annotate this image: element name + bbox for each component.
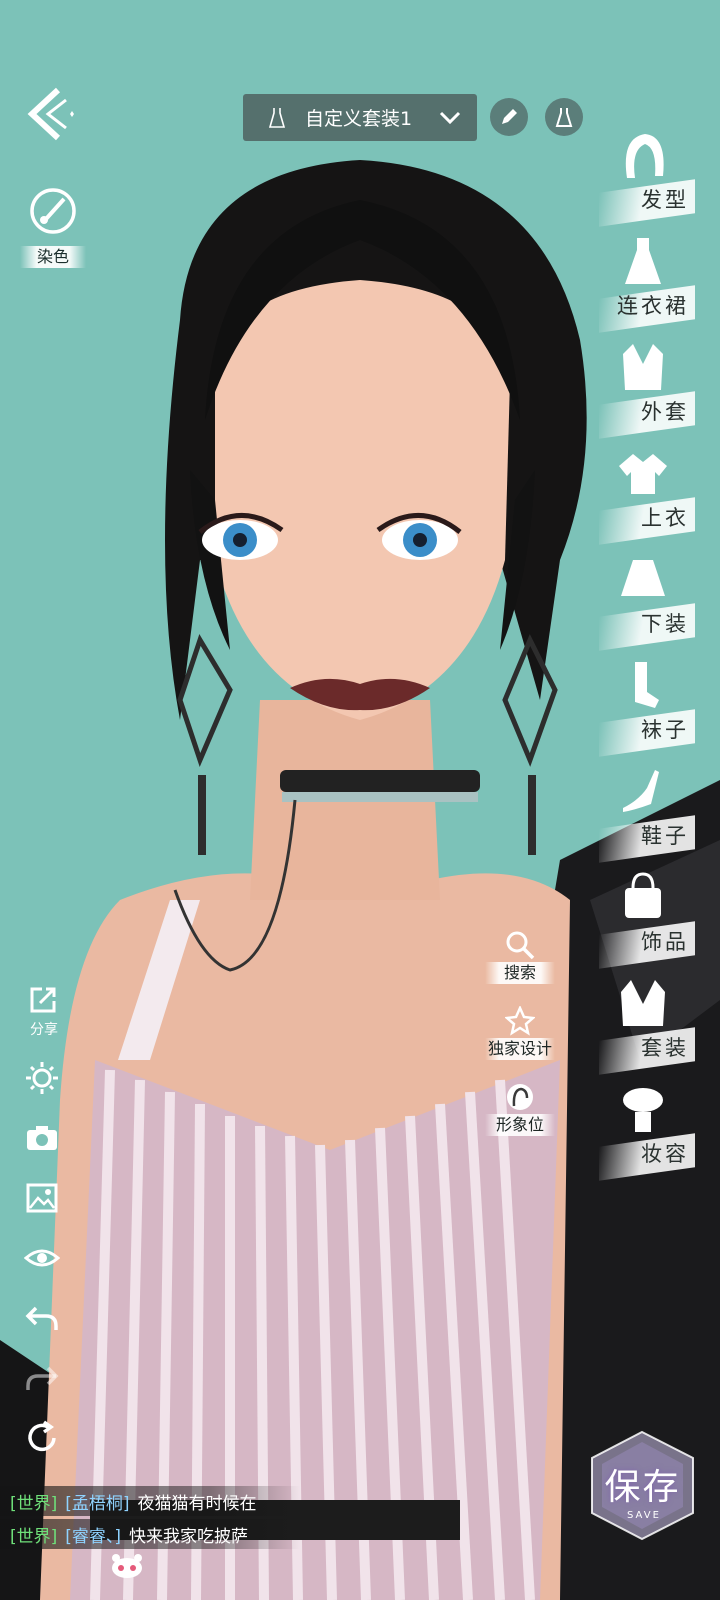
redo-button[interactable] (22, 1358, 62, 1398)
category-shoes[interactable]: 鞋子 (599, 764, 715, 863)
dye-button[interactable]: 染色 (20, 186, 86, 268)
search-icon (506, 931, 535, 960)
chat-sender[interactable]: [孟梧桐] (65, 1489, 129, 1514)
bag-icon (625, 872, 661, 918)
exclusive-design-label: 独家设计 (485, 1038, 555, 1060)
search-button[interactable]: 搜索 (485, 930, 555, 984)
search-label: 搜索 (485, 962, 555, 984)
mascot-icon (112, 1554, 142, 1578)
category-bottoms[interactable]: 下装 (599, 552, 715, 651)
top-icon (619, 454, 667, 494)
category-coat[interactable]: 外套 (599, 340, 715, 439)
portrait-icon (507, 1084, 533, 1110)
category-label: 上衣 (641, 506, 689, 530)
eye-icon (24, 1249, 60, 1267)
dress-icon (625, 238, 661, 284)
dress-icon (268, 107, 286, 128)
category-label: 妆容 (641, 1142, 689, 1166)
category-dress[interactable]: 连衣裙 (599, 234, 715, 333)
reset-button[interactable] (22, 1418, 62, 1458)
chat-channel: [世界] (10, 1526, 58, 1547)
category-label: 袜子 (641, 718, 689, 742)
exclusive-design-button[interactable]: 独家设计 (485, 1006, 555, 1060)
dye-label: 染色 (20, 246, 86, 268)
category-label: 外套 (641, 400, 689, 424)
chat-text: 夜猫猫有时候在 (137, 1493, 257, 1514)
save-sub-label: SAVE (627, 1510, 661, 1521)
save-button[interactable]: 保存 SAVE (585, 1428, 700, 1543)
toggle-ui-button[interactable] (22, 1238, 62, 1278)
edit-design-button[interactable] (490, 98, 528, 136)
world-chat[interactable]: [世界] [孟梧桐] 夜猫猫有时候在 [世界] [睿睿、] 快来我家吃披萨 (0, 1486, 300, 1552)
refresh-icon (28, 1420, 56, 1452)
pen-icon (502, 109, 517, 124)
camera-icon (27, 1126, 57, 1150)
category-hair[interactable]: 发型 (599, 128, 715, 227)
category-label: 饰品 (641, 930, 689, 954)
camera-button[interactable] (22, 1118, 62, 1158)
chat-channel: [世界] (10, 1493, 58, 1514)
undo-button[interactable] (22, 1298, 62, 1338)
category-outfit-set[interactable]: 套装 (599, 976, 715, 1075)
category-label: 下装 (641, 612, 689, 636)
image-slot-button[interactable]: 形象位 (485, 1082, 555, 1136)
chat-text: 快来我家吃披萨 (129, 1526, 249, 1547)
redo-icon (26, 1366, 59, 1390)
chat-expand-button[interactable] (110, 1552, 144, 1578)
category-label: 鞋子 (641, 824, 689, 848)
socks-icon (635, 662, 659, 708)
chevron-down-icon (439, 111, 461, 124)
category-makeup[interactable]: 妆容 (599, 1082, 715, 1181)
brightness-button[interactable] (22, 1058, 62, 1098)
shoe-icon (623, 770, 659, 812)
outfit-name: 自定义套装1 (305, 108, 413, 130)
outfit-preview-button[interactable] (545, 98, 583, 136)
undo-icon (25, 1306, 58, 1330)
category-top[interactable]: 上衣 (599, 446, 715, 545)
category-label: 连衣裙 (617, 294, 689, 318)
gallery-button[interactable] (22, 1178, 62, 1218)
image-icon (26, 1183, 58, 1213)
chat-sender[interactable]: [睿睿、] (65, 1522, 121, 1547)
image-slot-label: 形象位 (485, 1114, 555, 1136)
save-label: 保存 (604, 1467, 681, 1508)
dress-icon (555, 108, 573, 127)
palette-brush-icon (30, 188, 76, 234)
chat-message[interactable]: [世界] [睿睿、] 快来我家吃披萨 (0, 1519, 300, 1549)
coat-icon (623, 344, 663, 390)
back-button[interactable] (22, 86, 74, 142)
chevron-left-icon (27, 87, 74, 141)
sun-gear-icon (26, 1062, 58, 1094)
makeup-icon (623, 1088, 663, 1132)
category-accessories[interactable]: 饰品 (599, 870, 715, 969)
suit-icon (621, 980, 665, 1026)
category-socks[interactable]: 袜子 (599, 658, 715, 757)
share-icon (30, 987, 56, 1013)
share-button[interactable]: 分享 (20, 985, 68, 1039)
share-label: 分享 (30, 1022, 58, 1038)
star-icon (505, 1006, 535, 1036)
category-label: 套装 (641, 1036, 689, 1060)
hair-icon (625, 134, 664, 178)
skirt-icon (621, 560, 665, 596)
category-label: 发型 (641, 188, 689, 212)
chat-message[interactable]: [世界] [孟梧桐] 夜猫猫有时候在 (0, 1486, 300, 1516)
outfit-selector[interactable]: 自定义套装1 (243, 94, 477, 141)
